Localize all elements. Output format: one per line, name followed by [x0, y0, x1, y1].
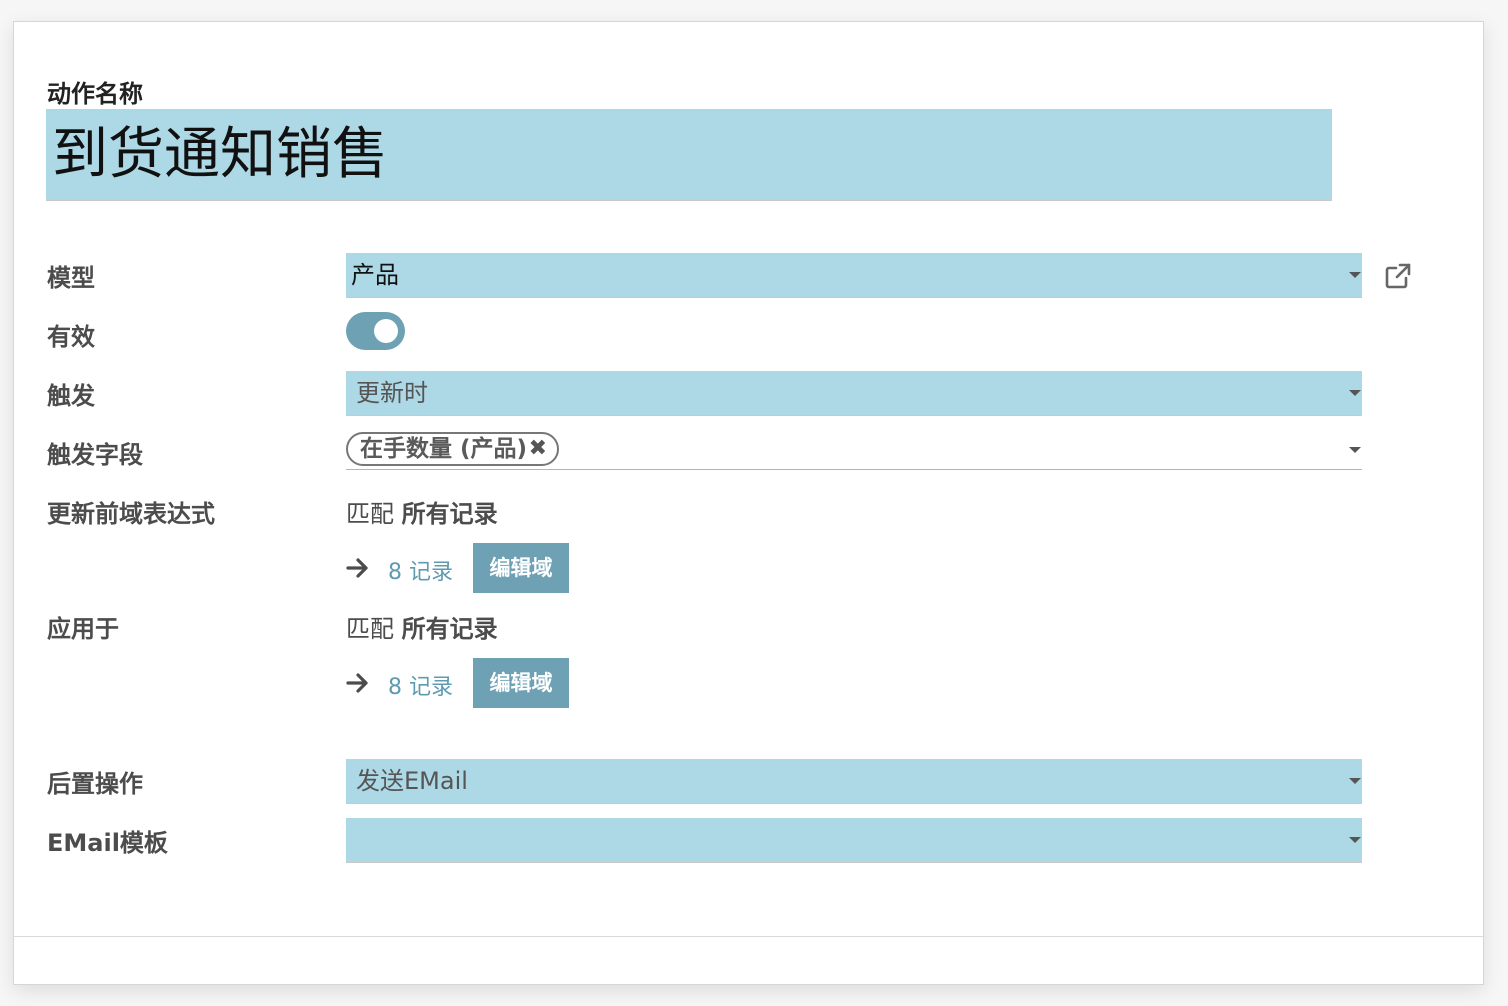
post-action-label: 后置操作 — [47, 770, 143, 798]
before-domain-label: 更新前域表达式 — [47, 500, 215, 528]
remove-tag-icon[interactable]: ✖ — [529, 434, 547, 464]
caret-down-icon — [1349, 272, 1361, 278]
arrow-right-icon — [346, 558, 368, 578]
external-link-icon[interactable] — [1384, 262, 1412, 290]
before-domain-edit-button[interactable]: 编辑域 — [473, 543, 569, 593]
caret-down-icon — [1349, 778, 1361, 784]
trigger-fields-input[interactable]: 在手数量 (产品) ✖ — [346, 430, 1362, 470]
caret-down-icon — [1349, 390, 1361, 396]
post-action-select-value: 发送EMail — [356, 767, 468, 795]
toggle-knob — [374, 319, 398, 343]
match-prefix: 匹配 — [346, 615, 394, 643]
active-toggle[interactable] — [346, 312, 405, 350]
action-name-label: 动作名称 — [47, 80, 143, 108]
model-select-value: 产品 — [351, 261, 399, 289]
apply-on-summary: 匹配 所有记录 — [346, 609, 498, 644]
apply-on-records-link[interactable]: 8 记录 — [388, 669, 453, 701]
match-prefix: 匹配 — [346, 500, 394, 528]
email-template-label: EMail模板 — [47, 829, 168, 857]
trigger-select-value: 更新时 — [356, 379, 428, 407]
form-sheet: 动作名称 到货通知销售 模型 产品 有效 触发 更新时 触发字段 在手数量 (产… — [13, 21, 1484, 985]
email-template-select[interactable] — [346, 818, 1362, 863]
model-select[interactable]: 产品 — [346, 253, 1362, 298]
apply-on-edit-button[interactable]: 编辑域 — [473, 658, 569, 708]
arrow-right-icon — [346, 673, 368, 693]
before-domain-records-link[interactable]: 8 记录 — [388, 554, 453, 586]
active-label: 有效 — [47, 323, 95, 351]
match-scope: 所有记录 — [401, 615, 498, 643]
caret-down-icon — [1349, 837, 1361, 843]
before-domain-summary: 匹配 所有记录 — [346, 494, 498, 529]
trigger-label: 触发 — [47, 382, 95, 410]
trigger-field-tag: 在手数量 (产品) ✖ — [346, 432, 560, 466]
footer-divider — [14, 936, 1483, 937]
model-label: 模型 — [47, 264, 95, 292]
post-action-select[interactable]: 发送EMail — [346, 759, 1362, 804]
apply-on-label: 应用于 — [47, 615, 119, 643]
trigger-field-tag-label: 在手数量 (产品) — [360, 436, 528, 462]
action-name-input[interactable]: 到货通知销售 — [46, 109, 1332, 201]
trigger-select[interactable]: 更新时 — [346, 371, 1362, 416]
trigger-fields-label: 触发字段 — [47, 441, 143, 469]
caret-down-icon[interactable] — [1349, 447, 1361, 453]
match-scope: 所有记录 — [401, 500, 498, 528]
